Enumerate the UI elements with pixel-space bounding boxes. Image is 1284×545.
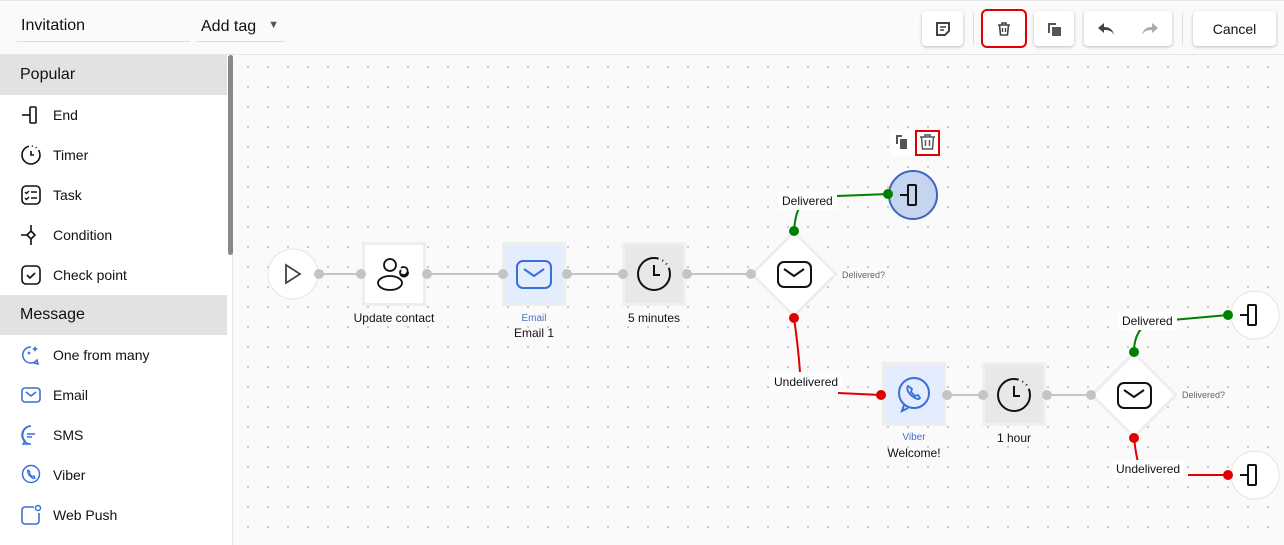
- viber-name-label: Welcome!: [887, 446, 941, 460]
- section-popular: Popular: [0, 55, 227, 95]
- item-label: Condition: [53, 227, 113, 243]
- end-node-selected[interactable]: [888, 170, 938, 220]
- end-icon: [22, 106, 37, 124]
- chevron-down-icon: ▼: [268, 19, 279, 31]
- sidebar-item-end[interactable]: End: [0, 95, 232, 135]
- timer1-label: 5 minutes: [627, 311, 681, 325]
- item-label: Check point: [53, 267, 127, 283]
- check-delivery-node[interactable]: [749, 229, 839, 319]
- undelivered-tag-2: Undelivered: [1112, 460, 1185, 478]
- check2-question: Delivered?: [1182, 390, 1226, 400]
- trash-icon: [998, 21, 1010, 36]
- redo-icon[interactable]: [1140, 21, 1160, 37]
- sidebar-item-sms[interactable]: SMS: [0, 415, 232, 455]
- sidebar-item-task[interactable]: Task: [0, 175, 232, 215]
- sidebar-scrollbar[interactable]: [228, 55, 233, 255]
- email-name-label: Email 1: [513, 326, 555, 340]
- add-tag-dropdown[interactable]: Add tag ▼: [197, 9, 285, 42]
- viber-type-label: Viber: [902, 432, 926, 443]
- check-delivery-node-2[interactable]: [1089, 350, 1179, 440]
- sidebar-item-one-from-many[interactable]: One from many: [0, 335, 232, 375]
- sparkle-chat-icon: [22, 346, 40, 366]
- item-label: End: [53, 107, 78, 123]
- sidebar: Popular End Timer Task Condition Check p…: [0, 55, 233, 545]
- end-node-undelivered[interactable]: [1230, 450, 1280, 500]
- end-node-delivered[interactable]: [1230, 290, 1280, 340]
- viber-node[interactable]: [882, 362, 946, 426]
- update-contact-label: Update contact: [353, 311, 435, 325]
- copy-button[interactable]: [1034, 11, 1074, 46]
- webpush-icon: [21, 504, 42, 525]
- item-label: One from many: [53, 347, 150, 363]
- item-label: Web Push: [53, 507, 118, 523]
- ports: [314, 269, 1096, 400]
- header: Invitation Add tag ▼ Cancel: [0, 0, 1284, 55]
- add-tag-label: Add tag: [201, 18, 257, 35]
- undo-icon[interactable]: [1096, 21, 1116, 37]
- timer2-label: 1 hour: [996, 431, 1032, 445]
- section-message: Message: [0, 295, 227, 335]
- email-icon: [21, 387, 41, 403]
- timer-icon: [21, 145, 41, 165]
- item-label: Email: [53, 387, 89, 403]
- email-type-label: Email: [521, 313, 547, 324]
- task-icon: [21, 185, 41, 205]
- flow-canvas[interactable]: Update contact Email Email 1 5 minutes D…: [234, 55, 1284, 545]
- sidebar-item-viber[interactable]: Viber: [0, 455, 232, 495]
- cancel-button[interactable]: Cancel: [1193, 11, 1276, 46]
- timer-node-1hour[interactable]: [982, 362, 1046, 426]
- item-label: Viber: [53, 467, 86, 483]
- sidebar-item-condition[interactable]: Condition: [0, 215, 232, 255]
- sidebar-item-web-push[interactable]: Web Push: [0, 495, 232, 535]
- start-node[interactable]: [267, 248, 319, 300]
- delivered-tag-2: Delivered: [1118, 312, 1177, 330]
- sidebar-item-email[interactable]: Email: [0, 375, 232, 415]
- item-label: Task: [53, 187, 82, 203]
- sidebar-item-check-point[interactable]: Check point: [0, 255, 232, 295]
- note-icon: [935, 21, 950, 36]
- email-node[interactable]: [502, 242, 566, 306]
- delete-button[interactable]: [981, 9, 1027, 48]
- sidebar-item-timer[interactable]: Timer: [0, 135, 232, 175]
- item-label: SMS: [53, 427, 84, 443]
- condition-icon: [21, 225, 37, 245]
- node-toolbar: [890, 130, 940, 156]
- checkpoint-icon: [21, 265, 41, 285]
- undo-redo-group: [1084, 11, 1172, 46]
- copy-icon: [1048, 22, 1061, 36]
- sms-icon: [21, 425, 35, 445]
- timer-node-5min[interactable]: [622, 242, 686, 306]
- notes-button[interactable]: [922, 11, 963, 46]
- undelivered-tag: Undelivered: [770, 373, 843, 391]
- update-contact-node[interactable]: [362, 242, 426, 306]
- item-label: Timer: [53, 147, 89, 163]
- journey-title-input[interactable]: Invitation: [17, 9, 190, 42]
- viber-icon: [21, 464, 41, 484]
- delivered-tag: Delivered: [778, 192, 837, 210]
- check1-question: Delivered?: [842, 270, 886, 280]
